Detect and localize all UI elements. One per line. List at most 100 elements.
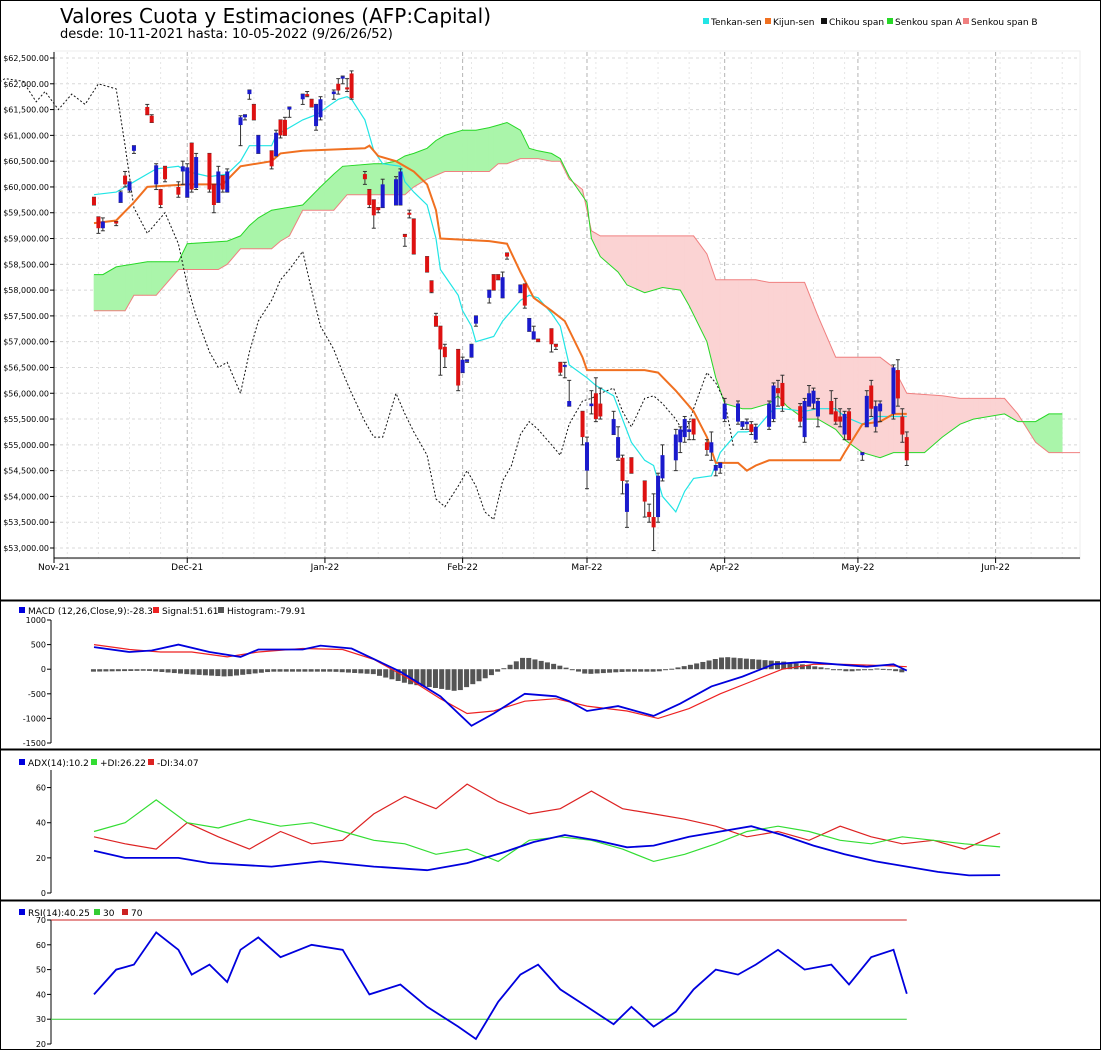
- cloud-segment: [955, 397, 961, 429]
- histogram-bar: [862, 669, 868, 671]
- legend-label-tenkan: Tenkan-sen: [710, 18, 762, 28]
- cloud-segment: [502, 122, 508, 165]
- x-tick-label: Nov-21: [38, 563, 70, 573]
- cloud-segment: [448, 132, 455, 172]
- candle-body: [740, 421, 745, 427]
- histogram-bar: [426, 669, 432, 688]
- candle-body: [438, 326, 443, 350]
- candle-body: [96, 216, 101, 229]
- candle-body: [194, 157, 199, 188]
- histogram-bar: [706, 660, 712, 670]
- histogram-bar: [227, 669, 233, 677]
- legend-label-signal: Signal:51.61: [162, 607, 218, 617]
- y-tick-label: $59,500.00: [3, 209, 49, 218]
- candle-body: [380, 184, 385, 208]
- cloud-segment: [950, 396, 956, 432]
- candle-body: [371, 199, 376, 216]
- candle-body: [496, 274, 501, 280]
- x-tick-label: Apr-22: [710, 563, 740, 573]
- histogram-bar: [501, 668, 507, 670]
- cloud-segment: [546, 152, 552, 162]
- candle-body: [580, 411, 585, 438]
- candle-body: [807, 393, 812, 407]
- panel-y-tick-label: 20: [36, 854, 46, 863]
- candle-body: [220, 175, 225, 190]
- candle-body: [656, 475, 661, 518]
- cloud-segment: [98, 274, 104, 312]
- cloud-segment: [213, 241, 219, 270]
- cloud-segment: [631, 235, 637, 290]
- histogram-bar: [445, 669, 451, 690]
- cloud-segment: [115, 265, 121, 312]
- cloud-segment: [542, 151, 548, 161]
- histogram-bar: [756, 659, 762, 670]
- panel-y-tick-label: 50: [36, 966, 46, 975]
- y-tick-label: $58,000.00: [3, 286, 49, 295]
- cloud-segment: [333, 169, 339, 211]
- histogram-bar: [507, 664, 513, 670]
- candle-body: [185, 167, 190, 198]
- histogram-bar: [731, 657, 737, 670]
- histogram-bar: [837, 669, 843, 671]
- candle-body: [531, 331, 536, 340]
- candle-body: [469, 344, 474, 358]
- candle-body: [131, 145, 136, 151]
- cloud-segment: [617, 235, 623, 280]
- histogram-bar: [202, 669, 208, 676]
- histogram-bar: [476, 669, 482, 682]
- histogram-bar: [569, 669, 575, 671]
- cloud-segment: [671, 235, 677, 290]
- y-tick-label: $61,500.00: [3, 106, 49, 115]
- cloud-segment: [133, 262, 139, 296]
- histogram-bar: [364, 669, 370, 674]
- y-tick-label: $54,500.00: [3, 467, 49, 476]
- candle-body: [118, 192, 123, 203]
- y-tick-label: $59,000.00: [3, 235, 49, 244]
- histogram-bar: [874, 668, 880, 670]
- cloud-segment: [773, 282, 779, 401]
- legend-swatch-histogram: [218, 607, 224, 613]
- cloud-segment: [715, 279, 721, 391]
- candle-body: [736, 403, 740, 422]
- cloud-segment: [266, 209, 272, 250]
- cloud-segment: [515, 127, 521, 161]
- histogram-bar: [109, 669, 115, 672]
- legend-swatch-adx: [19, 759, 25, 765]
- legend-swatch-chikou: [821, 18, 827, 24]
- histogram-bar: [215, 669, 221, 677]
- legend-swatch-plus-di: [91, 759, 97, 765]
- legend-swatch-senkou-a: [887, 18, 893, 24]
- candle-body: [682, 419, 687, 438]
- panel-y-tick-label: 0: [41, 665, 46, 674]
- cloud-segment: [475, 128, 481, 172]
- histogram-bar: [339, 669, 345, 673]
- legend-swatch-rsi-30: [94, 909, 100, 915]
- legend-swatch-rsi: [19, 909, 25, 915]
- cloud-segment: [280, 207, 286, 242]
- y-tick-label: $56,500.00: [3, 363, 49, 372]
- candle-body: [473, 315, 478, 324]
- histogram-bar: [128, 669, 134, 671]
- histogram-bar: [184, 669, 190, 675]
- candle-body: [149, 115, 154, 123]
- cloud-segment: [759, 280, 765, 407]
- candle-body: [678, 429, 683, 443]
- candle-body: [282, 119, 287, 136]
- cloud-segment: [697, 241, 703, 333]
- candle-body: [642, 480, 647, 502]
- candle-body: [442, 346, 447, 358]
- histogram-bar: [209, 669, 215, 676]
- histogram-bar: [582, 669, 588, 674]
- histogram-bar: [482, 669, 488, 679]
- histogram-bar: [439, 669, 445, 689]
- candle-body: [798, 406, 803, 422]
- cloud-segment: [764, 281, 770, 406]
- candle-body: [718, 462, 723, 469]
- histogram-bar: [818, 667, 824, 670]
- cloud-segment: [719, 279, 725, 404]
- histogram-bar: [277, 669, 283, 672]
- cloud-segment: [195, 242, 201, 270]
- candle-body: [891, 367, 896, 414]
- histogram-bar: [544, 662, 550, 670]
- adx-legend: ADX(14):10.2 +DI:26.22 -DI:34.07: [19, 759, 199, 769]
